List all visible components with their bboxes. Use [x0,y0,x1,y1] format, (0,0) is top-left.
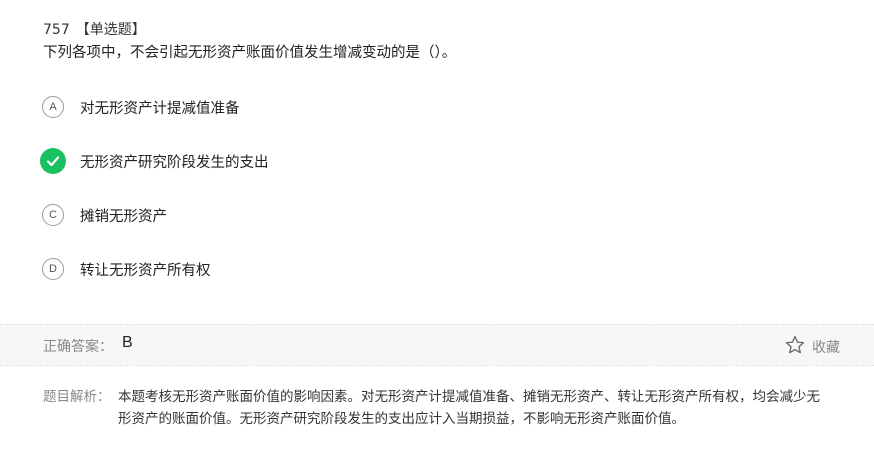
question-meta: 757 【单选题】 [43,20,854,40]
option-text: 对无形资产计提减值准备 [80,100,240,117]
correct-answer-label: 正确答案： [43,339,113,355]
question-number: 757 [43,22,70,38]
favorite-label: 收藏 [812,340,840,356]
check-icon [40,148,66,174]
correct-answer-value: B [122,334,133,351]
options-list: A 对无形资产计提减值准备 无形资产研究阶段发生的支出 C 摊销无形资产 D 转… [40,94,854,310]
option-c[interactable]: C 摊销无形资产 [42,202,854,228]
option-text: 无形资产研究阶段发生的支出 [80,154,269,171]
question-type: 【单选题】 [75,22,146,38]
star-outline-icon [784,334,806,360]
analysis-section: 题目解析： 本题考核无形资产账面价值的影响因素。对无形资产计提减值准备、摊销无形… [43,386,834,430]
question-stem: 下列各项中，不会引起无形资产账面价值发生增减变动的是（）。 [43,45,457,61]
favorite-button[interactable]: 收藏 [784,334,840,360]
question-header: 757 【单选题】 下列各项中，不会引起无形资产账面价值发生增减变动的是（）。 [43,20,854,64]
option-text: 摊销无形资产 [80,208,167,225]
option-letter-badge: C [42,204,64,226]
option-a[interactable]: A 对无形资产计提减值准备 [42,94,854,120]
answer-bar: 正确答案： B 收藏 [0,324,874,366]
analysis-text: 本题考核无形资产账面价值的影响因素。对无形资产计提减值准备、摊销无形资产、转让无… [118,389,820,427]
analysis-label: 题目解析： [43,389,111,405]
option-letter-badge: D [42,258,64,280]
option-b[interactable]: 无形资产研究阶段发生的支出 [40,148,854,174]
option-d[interactable]: D 转让无形资产所有权 [42,256,854,282]
option-letter-badge: A [42,96,64,118]
option-text: 转让无形资产所有权 [80,262,211,279]
